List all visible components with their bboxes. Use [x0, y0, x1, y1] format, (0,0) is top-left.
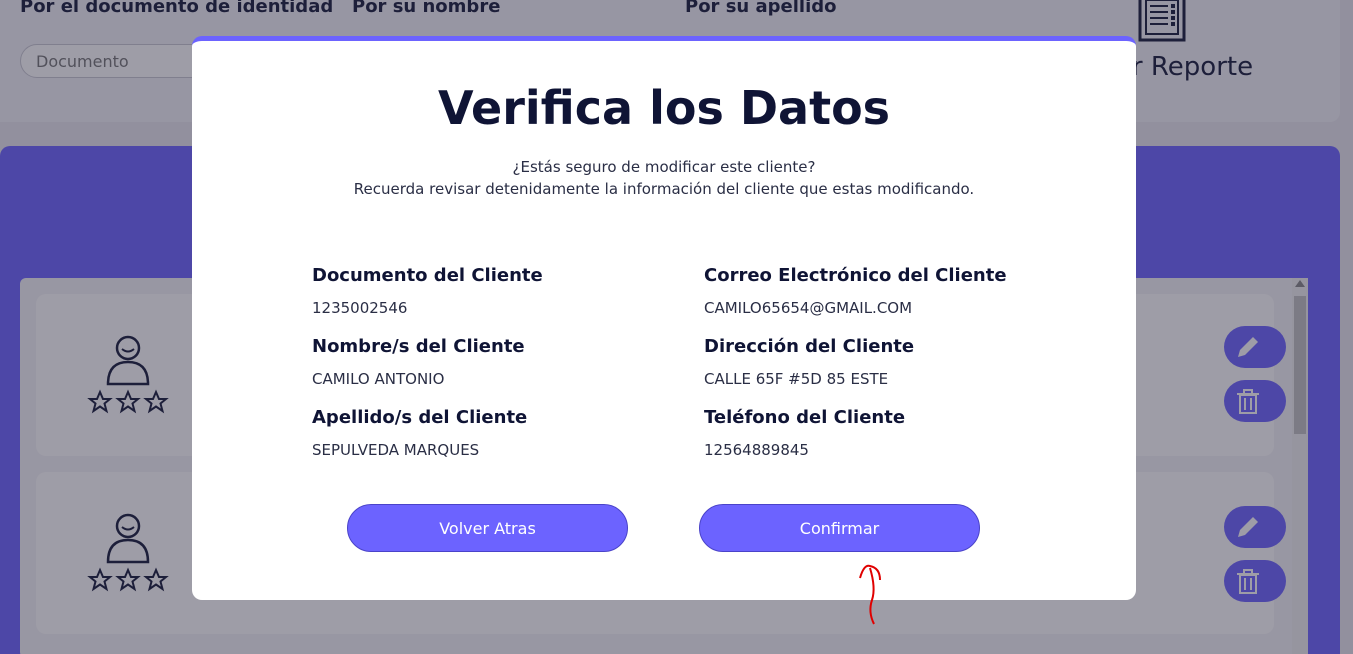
modal-subtitle-question: ¿Estás seguro de modificar este cliente? [512, 158, 816, 176]
document-value: 1235002546 [312, 299, 408, 317]
document-label: Documento del Cliente [312, 265, 543, 286]
email-label: Correo Electrónico del Cliente [704, 265, 1007, 286]
phone-value: 12564889845 [704, 441, 809, 459]
email-value: CAMILO65654@GMAIL.COM [704, 299, 913, 317]
verify-data-modal: Verifica los Datos ¿Estás seguro de modi… [192, 36, 1136, 600]
confirm-button[interactable]: Confirmar [699, 504, 980, 552]
lastnames-label: Apellido/s del Cliente [312, 407, 528, 428]
red-arrow-annotation-icon [859, 564, 881, 625]
back-button[interactable]: Volver Atras [347, 504, 628, 552]
phone-label: Teléfono del Cliente [704, 407, 906, 428]
names-value: CAMILO ANTONIO [312, 370, 445, 388]
lastnames-value: SEPULVEDA MARQUES [312, 441, 480, 459]
modal-title: Verifica los Datos [437, 81, 891, 135]
address-value: CALLE 65F #5D 85 ESTE [704, 370, 889, 388]
modal-subtitle-note: Recuerda revisar detenidamente la inform… [353, 180, 975, 198]
names-label: Nombre/s del Cliente [312, 336, 525, 357]
address-label: Dirección del Cliente [704, 336, 915, 357]
